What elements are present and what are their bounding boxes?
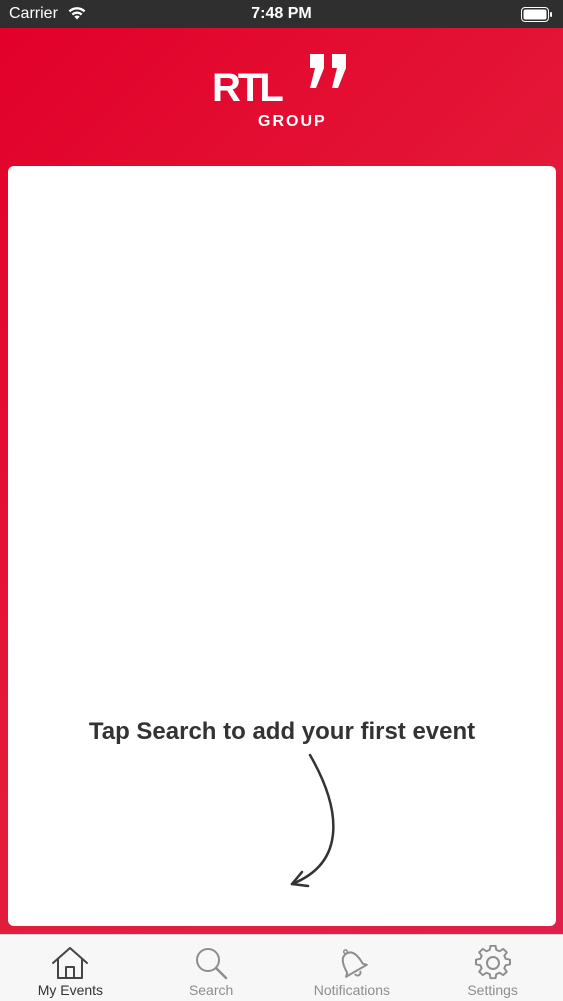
home-icon <box>50 944 90 982</box>
battery-icon <box>521 7 553 27</box>
bell-icon <box>332 944 372 982</box>
search-icon <box>191 944 231 982</box>
tab-search[interactable]: Search <box>141 935 282 1001</box>
status-bar: Carrier 7:48 PM <box>0 0 563 28</box>
rtl-group-logo: RTL GROUP <box>212 54 354 134</box>
logo-quotes-icon <box>310 54 346 88</box>
status-time: 7:48 PM <box>251 5 312 22</box>
logo-subtitle: GROUP <box>258 113 327 130</box>
tab-label-my-events: My Events <box>37 982 104 998</box>
down-arrow-icon <box>290 753 335 888</box>
tab-label-settings: Settings <box>467 982 518 998</box>
tab-my-events[interactable]: My Events <box>0 935 141 1001</box>
logo-wordmark: RTL <box>212 66 284 110</box>
tab-settings[interactable]: Settings <box>422 935 563 1001</box>
tab-label-search: Search <box>188 982 234 998</box>
tab-notifications[interactable]: Notifications <box>282 935 423 1001</box>
tab-bar: My Events Search Notifications Settings <box>0 934 563 1001</box>
events-list[interactable]: Tap Search to add your first event <box>8 166 556 926</box>
empty-state-message: Tap Search to add your first event <box>88 718 476 745</box>
gear-icon <box>473 944 513 982</box>
tab-label-notifications: Notifications <box>313 982 390 998</box>
